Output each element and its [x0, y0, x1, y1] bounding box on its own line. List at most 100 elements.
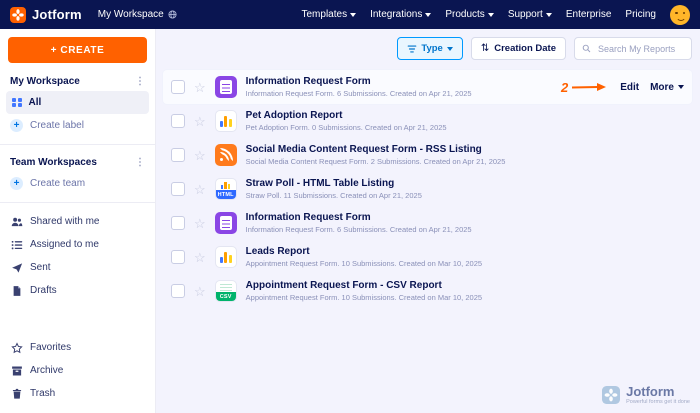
annotation-number: 2 — [561, 80, 568, 95]
jotform-logo-icon — [10, 7, 26, 23]
watermark-tagline: Powerful forms get it done — [626, 399, 690, 405]
star-icon — [10, 342, 23, 354]
chevron-down-icon — [425, 13, 431, 17]
nav-support[interactable]: Support — [508, 9, 552, 20]
search-input[interactable] — [596, 43, 684, 55]
topbar: Jotform My Workspace Templates Integrati… — [0, 0, 700, 29]
filter-icon — [407, 44, 417, 54]
sidebar-item-drafts[interactable]: Drafts — [0, 279, 155, 302]
chart-report-icon — [215, 110, 237, 132]
divider — [0, 144, 155, 145]
report-row[interactable]: ☆ Social Media Content Request Form - RS… — [163, 138, 692, 172]
avatar-face — [675, 12, 678, 15]
form-report-icon — [215, 76, 237, 98]
sidebar-item-shared-with-me[interactable]: Shared with me — [0, 210, 155, 233]
sidebar-item-archive[interactable]: Archive — [0, 359, 155, 382]
trash-icon — [10, 388, 23, 400]
rss-report-icon — [215, 144, 237, 166]
favorite-star-icon[interactable]: ☆ — [194, 217, 206, 230]
sidebar-item-favorites[interactable]: Favorites — [0, 336, 155, 359]
report-subtitle: Information Request Form. 6 Submissions.… — [246, 89, 472, 98]
send-icon — [10, 262, 23, 274]
sidebar-item-trash[interactable]: Trash — [0, 382, 155, 405]
globe-icon — [168, 10, 177, 19]
html-report-icon: HTML — [215, 178, 237, 200]
report-row[interactable]: ☆ Pet Adoption Report Pet Adoption Form.… — [163, 104, 692, 138]
type-filter-button[interactable]: Type — [397, 37, 462, 60]
nav-integrations[interactable]: Integrations — [370, 9, 431, 20]
grid-icon — [12, 98, 22, 108]
sort-icon: ⇅ — [481, 43, 489, 54]
nav-products[interactable]: Products — [445, 9, 493, 20]
annotation-step-2: 2 — [561, 80, 607, 95]
row-actions: 2 Edit More — [561, 80, 684, 95]
people-icon — [10, 216, 23, 228]
sidebar-item-sent[interactable]: Sent — [0, 256, 155, 279]
jotform-watermark: Jotform Powerful forms get it done — [602, 385, 690, 405]
top-navigation: Templates Integrations Products Support … — [302, 5, 691, 25]
plus-icon: + — [10, 177, 23, 190]
report-row[interactable]: ☆ Leads Report Appointment Request Form.… — [163, 240, 692, 274]
team-workspaces-section-header: Team Workspaces ⋮ — [0, 152, 155, 172]
sidebar-item-assigned-to-me[interactable]: Assigned to me — [0, 233, 155, 256]
user-avatar[interactable] — [670, 5, 690, 25]
report-row[interactable]: ☆ CSV Appointment Request Form - CSV Rep… — [163, 274, 692, 308]
row-checkbox[interactable] — [171, 80, 185, 94]
row-checkbox[interactable] — [171, 148, 185, 162]
row-checkbox[interactable] — [171, 284, 185, 298]
draft-icon — [10, 285, 23, 297]
report-title: Pet Adoption Report — [246, 110, 447, 121]
report-row[interactable]: ☆ Information Request Form Information R… — [163, 206, 692, 240]
favorite-star-icon[interactable]: ☆ — [194, 251, 206, 264]
favorite-star-icon[interactable]: ☆ — [194, 81, 206, 94]
report-subtitle: Straw Poll. 11 Submissions. Created on A… — [246, 191, 422, 200]
create-label-button[interactable]: + Create label — [0, 114, 155, 137]
search-icon — [582, 43, 591, 54]
my-workspace-section-header: My Workspace ⋮ — [0, 71, 155, 91]
favorite-star-icon[interactable]: ☆ — [194, 149, 206, 162]
report-title: Appointment Request Form - CSV Report — [246, 280, 482, 291]
chevron-down-icon — [447, 47, 453, 51]
list-toolbar: Type ⇅ Creation Date — [397, 37, 692, 60]
annotation-arrow-icon — [571, 82, 607, 92]
row-checkbox[interactable] — [171, 250, 185, 264]
report-subtitle: Social Media Content Request Form. 2 Sub… — [246, 157, 506, 166]
workspace-switcher[interactable]: My Workspace — [98, 9, 177, 20]
edit-button[interactable]: Edit — [620, 82, 639, 93]
more-button[interactable]: More — [650, 82, 684, 93]
create-button[interactable]: + CREATE — [8, 37, 147, 63]
nav-pricing[interactable]: Pricing — [625, 9, 656, 20]
report-subtitle: Pet Adoption Form. 0 Submissions. Create… — [246, 123, 447, 132]
create-team-button[interactable]: + Create team — [0, 172, 155, 195]
row-checkbox[interactable] — [171, 182, 185, 196]
row-checkbox[interactable] — [171, 216, 185, 230]
report-subtitle: Information Request Form. 6 Submissions.… — [246, 225, 472, 234]
brand[interactable]: Jotform — [10, 7, 82, 23]
report-title: Leads Report — [246, 246, 482, 257]
report-row[interactable]: ☆ HTML Straw Poll - HTML Table Listing S… — [163, 172, 692, 206]
nav-templates[interactable]: Templates — [302, 9, 357, 20]
report-subtitle: Appointment Request Form. 10 Submissions… — [246, 259, 482, 268]
chart-report-icon — [215, 246, 237, 268]
report-list: ☆ Information Request Form Information R… — [163, 70, 692, 308]
plus-icon: + — [10, 119, 23, 132]
report-row[interactable]: ☆ Information Request Form Information R… — [163, 70, 692, 104]
sidebar: + CREATE My Workspace ⋮ All + Create lab… — [0, 29, 156, 413]
creation-date-sort-button[interactable]: ⇅ Creation Date — [471, 37, 566, 60]
nav-enterprise[interactable]: Enterprise — [566, 9, 612, 20]
kebab-menu-icon[interactable]: ⋮ — [135, 77, 145, 87]
kebab-menu-icon[interactable]: ⋮ — [135, 158, 145, 168]
divider — [0, 202, 155, 203]
favorite-star-icon[interactable]: ☆ — [194, 285, 206, 298]
watermark-brand: Jotform — [626, 385, 690, 399]
favorite-star-icon[interactable]: ☆ — [194, 183, 206, 196]
chevron-down-icon — [488, 13, 494, 17]
search-box[interactable] — [574, 37, 692, 60]
row-checkbox[interactable] — [171, 114, 185, 128]
favorite-star-icon[interactable]: ☆ — [194, 115, 206, 128]
report-title: Information Request Form — [246, 76, 472, 87]
sidebar-item-all[interactable]: All — [6, 91, 149, 114]
csv-report-icon: CSV — [215, 280, 237, 302]
report-subtitle: Appointment Request Form. 10 Submissions… — [246, 293, 482, 302]
archive-icon — [10, 365, 23, 377]
